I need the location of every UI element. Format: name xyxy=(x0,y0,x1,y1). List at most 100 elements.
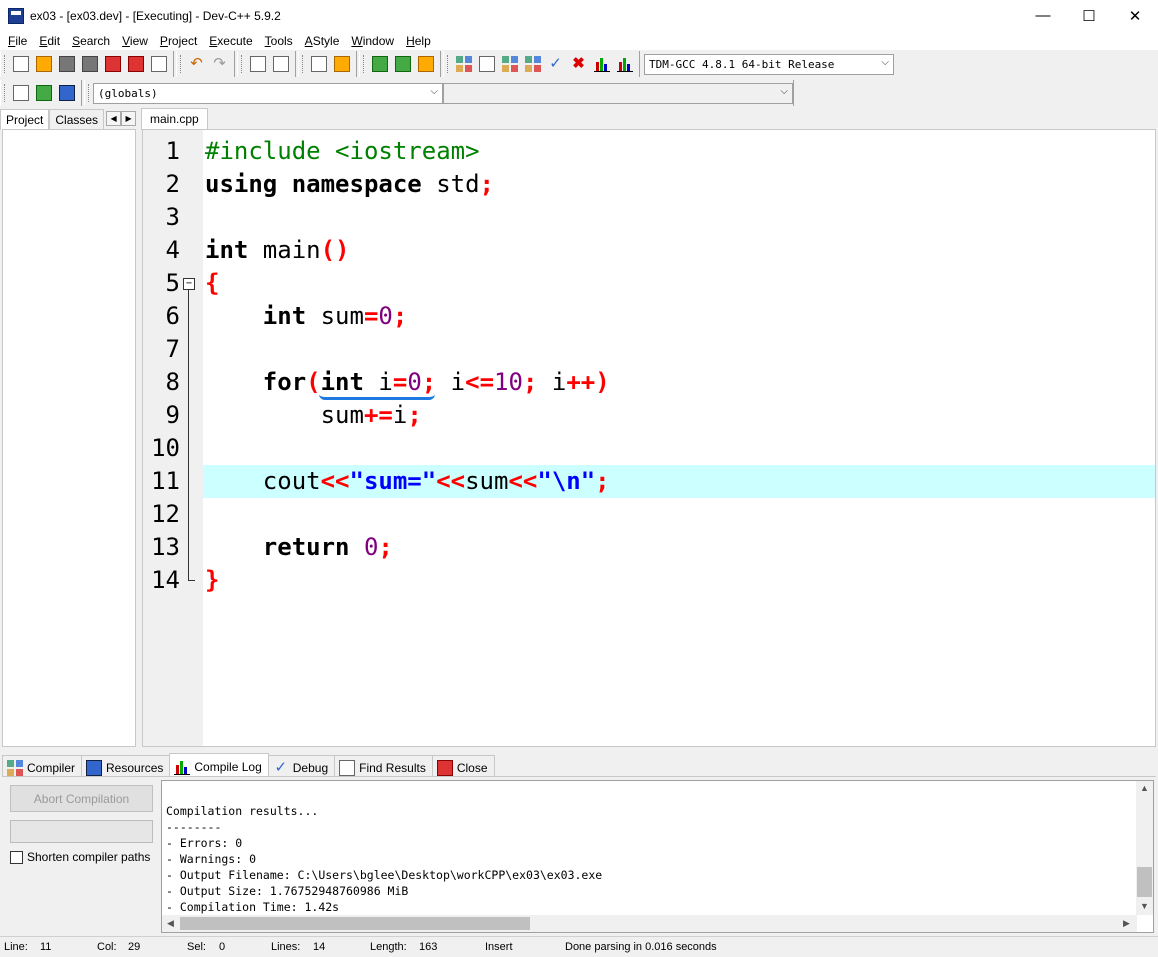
save-button[interactable] xyxy=(55,53,78,75)
tab-main-cpp[interactable]: main.cpp xyxy=(141,108,208,130)
scope-select-value: (globals) xyxy=(98,86,158,100)
compile-button[interactable] xyxy=(452,53,475,75)
toggle-bookmark-button[interactable] xyxy=(32,82,55,104)
project-options-button[interactable] xyxy=(414,53,437,75)
toolbar-grip[interactable] xyxy=(447,55,450,73)
toolbar-grip[interactable] xyxy=(241,55,244,73)
fold-guide-line xyxy=(188,290,189,580)
add-icon xyxy=(371,56,388,72)
redo-icon: ↷ xyxy=(213,55,226,72)
check-icon: ✓ xyxy=(549,55,562,72)
run-icon xyxy=(478,56,495,72)
title-bar: ex03 - [ex03.dev] - [Executing] - Dev-C+… xyxy=(0,0,1158,31)
menu-view[interactable]: View xyxy=(116,34,154,48)
delete-profile-button[interactable] xyxy=(613,53,636,75)
line-number: 8 xyxy=(165,368,180,396)
shorten-paths-option[interactable]: Shorten compiler paths xyxy=(10,850,150,864)
toolbar-grip[interactable] xyxy=(4,55,7,73)
insert-button[interactable] xyxy=(9,82,32,104)
add-to-project-button[interactable] xyxy=(368,53,391,75)
tab-compile-log[interactable]: Compile Log xyxy=(169,753,269,777)
line-number: 2 xyxy=(165,170,180,198)
compile-run-icon xyxy=(501,56,518,72)
remove-from-project-button[interactable] xyxy=(391,53,414,75)
abort-compilation-button[interactable]: Abort Compilation xyxy=(10,785,153,812)
scope-select[interactable]: (globals) ⌵ xyxy=(93,82,443,104)
replace-button[interactable] xyxy=(269,53,292,75)
delete-profile-icon xyxy=(616,56,633,72)
toolbar-grip[interactable] xyxy=(4,84,7,102)
line-number: 10 xyxy=(151,434,180,462)
tab-scroll-left-button[interactable]: ◀ xyxy=(106,111,122,126)
tab-project[interactable]: Project xyxy=(0,109,50,130)
toolbar-grip[interactable] xyxy=(302,55,305,73)
close-all-button[interactable] xyxy=(124,53,147,75)
redo-button[interactable]: ↷ xyxy=(208,53,231,75)
compile-run-button[interactable] xyxy=(498,53,521,75)
member-select[interactable]: ⌵ xyxy=(443,82,793,104)
toolbar-grip[interactable] xyxy=(363,55,366,73)
rebuild-all-button[interactable] xyxy=(521,53,544,75)
undo-button[interactable]: ↶ xyxy=(185,53,208,75)
scroll-right-icon[interactable]: ▶ xyxy=(1118,918,1135,929)
open-file-button[interactable] xyxy=(32,53,55,75)
goto-line-button[interactable] xyxy=(330,53,353,75)
status-insert-mode: Insert xyxy=(485,941,513,953)
toolbar-grip[interactable] xyxy=(180,55,183,73)
new-file-button[interactable] xyxy=(9,53,32,75)
compile-log-output[interactable]: Compilation results... -------- - Errors: … xyxy=(161,780,1154,933)
indent-button[interactable] xyxy=(307,53,330,75)
tab-find-results[interactable]: Find Results xyxy=(334,755,433,777)
maximize-button[interactable]: ☐ xyxy=(1066,0,1112,31)
menu-astyle[interactable]: AStyle xyxy=(299,34,346,48)
menu-tools[interactable]: Tools xyxy=(259,34,299,48)
code-line: 1 #include <iostream> xyxy=(143,135,1155,168)
find-icon xyxy=(249,56,266,72)
tab-resources[interactable]: Resources xyxy=(81,755,171,777)
menu-execute[interactable]: Execute xyxy=(203,34,258,48)
save-all-button[interactable] xyxy=(78,53,101,75)
scroll-down-icon[interactable]: ▼ xyxy=(1136,901,1153,911)
menu-project[interactable]: Project xyxy=(154,34,203,48)
scroll-thumb[interactable] xyxy=(180,917,530,930)
find-button[interactable] xyxy=(246,53,269,75)
tab-compiler[interactable]: Compiler xyxy=(2,755,83,777)
tab-scroll-right-button[interactable]: ▶ xyxy=(121,111,137,126)
menu-window[interactable]: Window xyxy=(345,34,400,48)
minimize-button[interactable]: — xyxy=(1020,0,1066,31)
goto-bookmark-button[interactable] xyxy=(55,82,78,104)
code-editor[interactable]: 1 #include <iostream> 2 using namespace st… xyxy=(142,129,1156,747)
stop-execution-button[interactable]: ✖ xyxy=(567,53,590,75)
tab-close[interactable]: Close xyxy=(431,755,495,777)
scroll-up-icon[interactable]: ▲ xyxy=(1136,783,1153,793)
goto-bookmark-icon xyxy=(58,85,75,101)
insert-icon xyxy=(12,85,29,101)
menu-edit[interactable]: Edit xyxy=(33,34,66,48)
close-window-button[interactable]: ✕ xyxy=(1112,0,1158,31)
compiler-select[interactable]: TDM-GCC 4.8.1 64-bit Release ⌵ xyxy=(644,53,894,75)
run-button[interactable] xyxy=(475,53,498,75)
close-file-button[interactable] xyxy=(101,53,124,75)
menu-search[interactable]: Search xyxy=(66,34,116,48)
menu-help[interactable]: Help xyxy=(400,34,437,48)
tab-classes[interactable]: Classes xyxy=(49,109,105,130)
log-vertical-scrollbar[interactable]: ▲ ▼ xyxy=(1136,781,1153,915)
replace-icon xyxy=(272,56,289,72)
profile-button[interactable] xyxy=(590,53,613,75)
scroll-left-icon[interactable]: ◀ xyxy=(162,918,179,929)
scroll-thumb[interactable] xyxy=(1137,867,1152,897)
line-code: cout<<"sum="<<sum<<"\n"; xyxy=(205,467,610,495)
print-button[interactable] xyxy=(147,53,170,75)
window-controls: — ☐ ✕ xyxy=(1020,0,1158,31)
syntax-check-button[interactable]: ✓ xyxy=(544,53,567,75)
shorten-paths-checkbox[interactable] xyxy=(10,850,23,864)
log-horizontal-scrollbar[interactable]: ◀ ▶ xyxy=(162,915,1137,932)
fold-collapse-icon[interactable]: − xyxy=(183,278,195,290)
tab-debug[interactable]: ✓ Debug xyxy=(267,755,336,777)
status-lines-value: 14 xyxy=(313,941,326,953)
chevron-down-icon: ⌵ xyxy=(780,85,788,97)
toolbar-grip[interactable] xyxy=(88,84,91,102)
menu-file[interactable]: File xyxy=(2,34,33,48)
log-line: Compilation results... xyxy=(166,804,319,818)
project-browser[interactable] xyxy=(2,129,136,747)
